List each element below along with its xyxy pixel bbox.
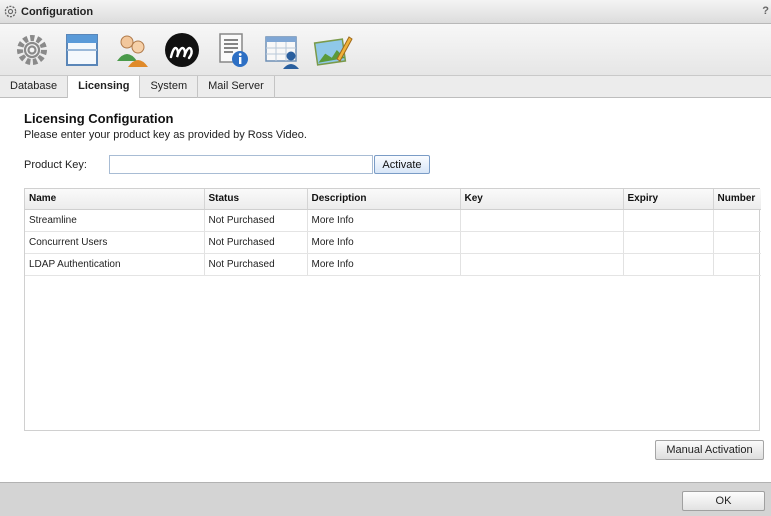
tab-licensing[interactable]: Licensing <box>68 76 141 99</box>
table-header-row: Name Status Description Key Expiry Numbe… <box>25 189 761 210</box>
toolbar-info-button[interactable] <box>208 27 256 73</box>
tab-system[interactable]: System <box>140 76 199 98</box>
cell-number <box>713 253 761 276</box>
column-header-expiry[interactable]: Expiry <box>623 189 714 210</box>
window-title: Configuration <box>21 5 94 18</box>
dialog-footer: OK <box>0 482 771 516</box>
cell-key <box>460 209 624 232</box>
toolbar-window-button[interactable] <box>58 27 106 73</box>
window-icon <box>66 33 98 66</box>
tab-database[interactable]: Database <box>0 76 69 98</box>
column-header-number[interactable]: Number <box>713 189 761 210</box>
ross-m-logo-icon <box>165 32 199 67</box>
page-title: Licensing Configuration <box>24 111 174 126</box>
cell-name: Concurrent Users <box>25 231 205 254</box>
table-row[interactable]: LDAP Authentication Not Purchased More I… <box>25 253 761 276</box>
calendar-user-icon <box>265 35 299 69</box>
cell-status: Not Purchased <box>204 209 308 232</box>
cell-description[interactable]: More Info <box>307 253 461 276</box>
cell-key <box>460 253 624 276</box>
cell-status: Not Purchased <box>204 253 308 276</box>
toolbar-ross-button[interactable] <box>158 27 206 73</box>
ok-button[interactable]: OK <box>682 491 765 511</box>
column-header-key[interactable]: Key <box>460 189 624 210</box>
toolbar <box>0 24 771 76</box>
toolbar-general-button[interactable] <box>8 27 56 73</box>
users-icon <box>117 35 148 67</box>
info-document-icon <box>219 32 248 67</box>
table-row[interactable]: Streamline Not Purchased More Info <box>25 209 761 232</box>
cell-key <box>460 231 624 254</box>
toolbar-image-button[interactable] <box>308 27 356 73</box>
gear-icon <box>4 5 17 18</box>
cell-description[interactable]: More Info <box>307 209 461 232</box>
product-key-input[interactable] <box>109 155 373 174</box>
page-subtitle: Please enter your product key as provide… <box>24 129 307 141</box>
activate-button[interactable]: Activate <box>374 155 430 174</box>
cell-expiry <box>623 209 714 232</box>
table-row[interactable]: Concurrent Users Not Purchased More Info <box>25 231 761 254</box>
cell-name: Streamline <box>25 209 205 232</box>
license-table: Name Status Description Key Expiry Numbe… <box>24 188 761 431</box>
cell-expiry <box>623 253 714 276</box>
tab-bar: Database Licensing System Mail Server <box>0 76 771 99</box>
image-pencil-icon <box>313 35 353 66</box>
tab-mail-server[interactable]: Mail Server <box>198 76 275 98</box>
gear-icon <box>17 34 47 65</box>
cell-description[interactable]: More Info <box>307 231 461 254</box>
column-header-name[interactable]: Name <box>25 189 205 210</box>
cell-number <box>713 209 761 232</box>
cell-expiry <box>623 231 714 254</box>
column-header-description[interactable]: Description <box>307 189 461 210</box>
cell-number <box>713 231 761 254</box>
title-bar: Configuration ? <box>0 0 771 24</box>
cell-name: LDAP Authentication <box>25 253 205 276</box>
help-button[interactable]: ? <box>762 5 769 17</box>
toolbar-users-button[interactable] <box>108 27 156 73</box>
cell-status: Not Purchased <box>204 231 308 254</box>
column-header-status[interactable]: Status <box>204 189 308 210</box>
manual-activation-button[interactable]: Manual Activation <box>655 440 764 460</box>
toolbar-calendar-button[interactable] <box>258 27 306 73</box>
product-key-label: Product Key: <box>24 159 87 171</box>
licensing-panel: Licensing Configuration Please enter you… <box>0 98 771 482</box>
